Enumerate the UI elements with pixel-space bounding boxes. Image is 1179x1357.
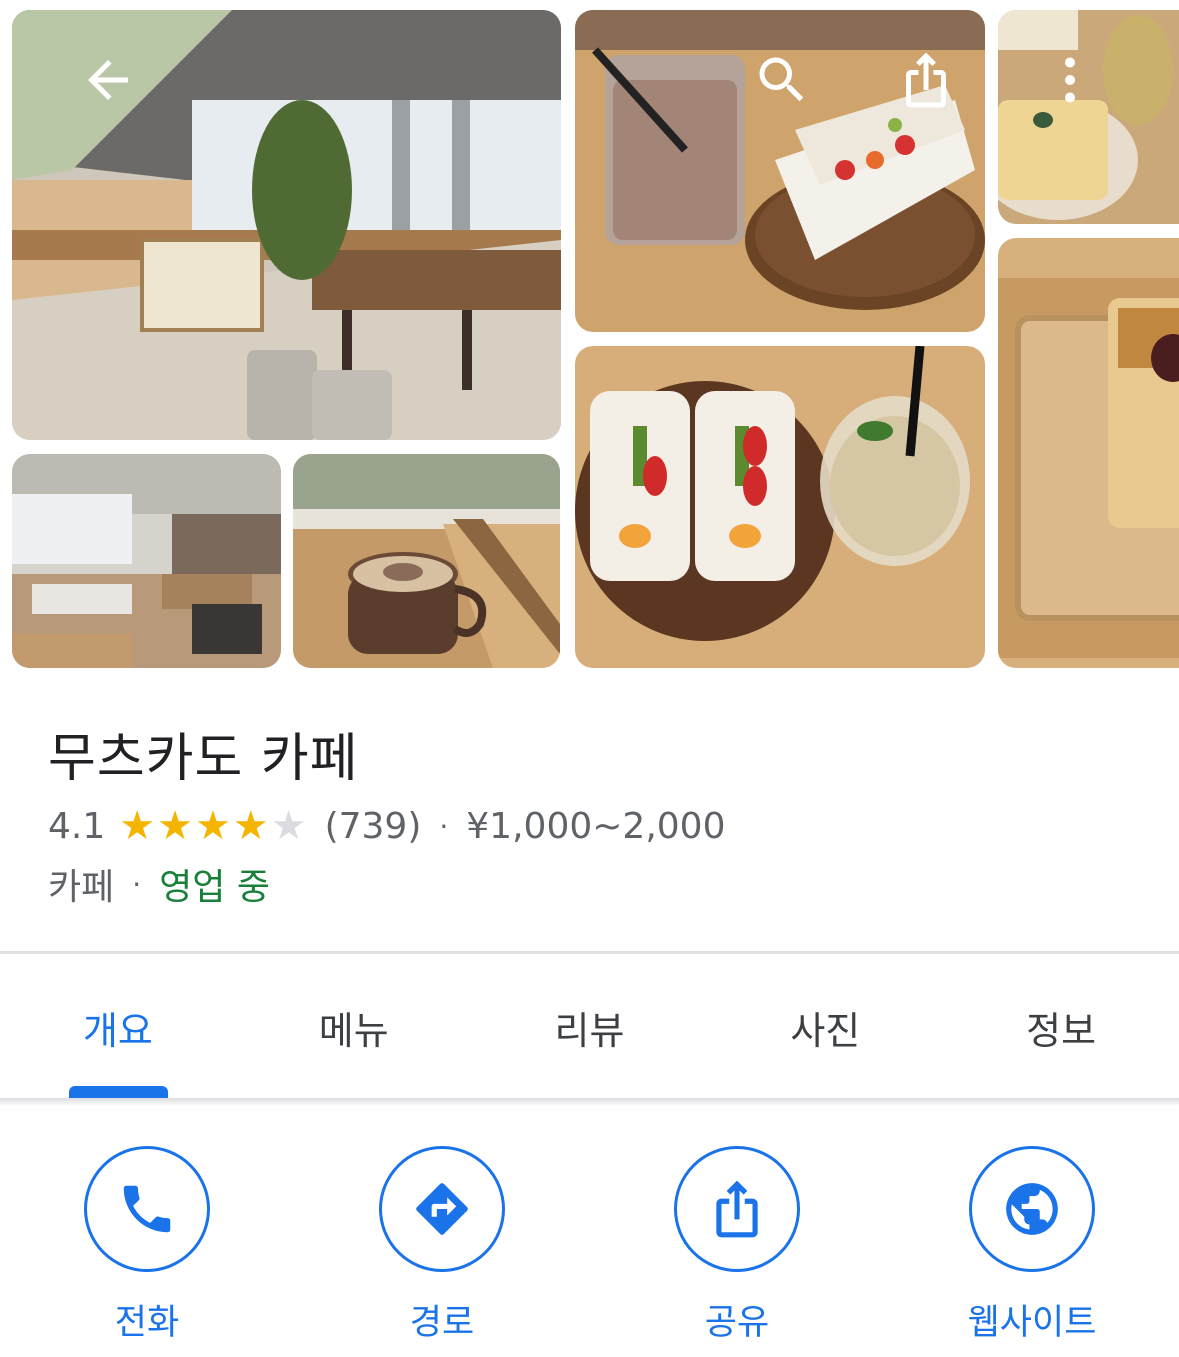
arrow-back-icon: [88, 60, 128, 100]
place-title: 무츠카도 카페: [48, 729, 359, 789]
share-icon: [906, 52, 946, 108]
directions-label: 경로: [409, 1303, 475, 1343]
place-category: 카페: [48, 867, 115, 908]
review-count: (739): [324, 805, 422, 847]
active-tab-indicator: [69, 1086, 168, 1098]
separator-dot: ·: [439, 809, 449, 843]
globe-icon: [1006, 1183, 1058, 1235]
tab-reviews[interactable]: 리뷰: [472, 954, 708, 1098]
search-icon: [759, 57, 804, 102]
photo-cafe-seating[interactable]: [12, 454, 281, 668]
price-range: ¥1,000~2,000: [466, 805, 726, 847]
star-icon: ★: [119, 803, 156, 849]
call-label: 전화: [114, 1303, 180, 1343]
share-icon: [716, 1180, 758, 1238]
tab-overview[interactable]: 개요: [0, 954, 236, 1098]
call-button[interactable]: 전화: [47, 1146, 247, 1345]
directions-button[interactable]: 경로: [342, 1146, 542, 1345]
back-button[interactable]: [72, 44, 144, 116]
website-label: 웹사이트: [967, 1303, 1097, 1343]
directions-icon: [416, 1183, 468, 1235]
call-button-circle[interactable]: [84, 1146, 210, 1272]
tab-photos[interactable]: 사진: [707, 954, 943, 1098]
tabs-shadow: [0, 1098, 1179, 1106]
separator-dot: ·: [132, 867, 142, 901]
more-options-button[interactable]: [1034, 44, 1106, 116]
tab-bar: 개요 메뉴 리뷰 사진 정보: [0, 954, 1179, 1098]
website-button-circle[interactable]: [969, 1146, 1095, 1272]
share-label: 공유: [704, 1303, 770, 1343]
website-button[interactable]: 웹사이트: [932, 1146, 1132, 1345]
share-button[interactable]: 공유: [637, 1146, 837, 1345]
share-button-circle[interactable]: [674, 1146, 800, 1272]
photo-gallery[interactable]: [0, 0, 1179, 680]
rating-row[interactable]: 4.1 ★ ★ ★ ★ ★ (739) · ¥1,000~2,000: [48, 800, 725, 852]
share-button-top[interactable]: [890, 44, 962, 116]
rating-value: 4.1: [48, 805, 106, 847]
tab-menu[interactable]: 메뉴: [236, 954, 472, 1098]
photo-fruit-sandwich-and-drink[interactable]: [575, 346, 985, 668]
open-status: 영업 중: [159, 867, 270, 908]
photo-toast-closeup[interactable]: [998, 238, 1179, 668]
photo-toast-plate[interactable]: [998, 10, 1179, 224]
phone-icon: [123, 1185, 171, 1233]
tab-info[interactable]: 정보: [943, 954, 1179, 1098]
category-row: 카페 · 영업 중: [48, 858, 270, 910]
search-button[interactable]: [746, 44, 818, 116]
directions-button-circle[interactable]: [379, 1146, 505, 1272]
star-empty-icon: ★: [270, 803, 307, 849]
more-vert-icon: [1065, 57, 1075, 103]
star-icon: ★: [232, 803, 269, 849]
photo-coffee-cup[interactable]: [293, 454, 560, 668]
star-icon: ★: [157, 803, 193, 849]
star-icon: ★: [194, 803, 231, 849]
rating-stars: ★ ★ ★ ★ ★: [119, 806, 308, 846]
